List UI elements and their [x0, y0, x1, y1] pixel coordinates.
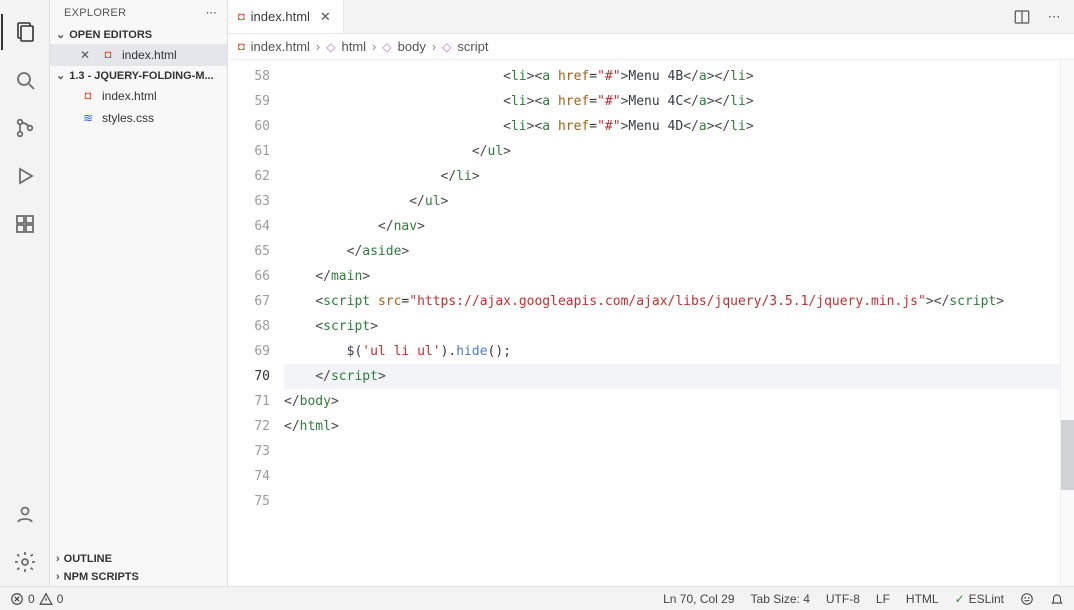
chevron-down-icon: ⌄: [56, 69, 65, 82]
breadcrumb-item[interactable]: ◇ body: [382, 39, 425, 54]
chevron-right-icon: ›: [56, 571, 60, 583]
settings-gear-icon[interactable]: [1, 538, 49, 586]
chevron-down-icon: ⌄: [56, 28, 65, 41]
editor-more-icon[interactable]: ⋯: [1044, 7, 1064, 27]
html-file-icon: ◘: [100, 47, 116, 63]
breadcrumb-label: script: [457, 39, 488, 54]
breadcrumb-item[interactable]: ◘ index.html: [238, 39, 310, 54]
check-icon: ✓: [955, 592, 965, 606]
html-file-icon: ◘: [238, 11, 245, 23]
outline-label: OUTLINE: [64, 553, 112, 565]
status-feedback-icon[interactable]: [1020, 592, 1034, 606]
project-file-item[interactable]: ◘ index.html: [50, 85, 227, 107]
tab-bar: ◘ index.html ✕ ⋯: [228, 0, 1074, 34]
code-line[interactable]: </main>: [284, 264, 1074, 289]
editor-group: ◘ index.html ✕ ⋯ ◘ index.html › ◇ html ›: [228, 0, 1074, 586]
split-editor-icon[interactable]: [1012, 7, 1032, 27]
code-line[interactable]: </ul>: [284, 189, 1074, 214]
code-line[interactable]: </li>: [284, 164, 1074, 189]
file-name: styles.css: [102, 111, 154, 125]
code-line[interactable]: </body>: [284, 389, 1074, 414]
open-editor-item[interactable]: ✕ ◘ index.html: [50, 44, 227, 66]
accounts-icon[interactable]: [1, 490, 49, 538]
breadcrumb-label: html: [341, 39, 366, 54]
code-line[interactable]: </nav>: [284, 214, 1074, 239]
status-notifications-icon[interactable]: [1050, 592, 1064, 606]
open-editors-label: OPEN EDITORS: [69, 29, 152, 41]
npm-scripts-header[interactable]: › NPM SCRIPTS: [50, 568, 227, 586]
line-number-gutter[interactable]: 585960616263646566676869707172737475: [228, 60, 284, 586]
explorer-icon[interactable]: [1, 8, 49, 56]
tab-label: index.html: [251, 9, 310, 24]
status-eol[interactable]: LF: [876, 592, 890, 606]
npm-label: NPM SCRIPTS: [64, 571, 139, 583]
run-debug-icon[interactable]: [1, 152, 49, 200]
close-icon[interactable]: ✕: [320, 9, 331, 25]
html-file-icon: ◘: [80, 88, 96, 104]
eslint-label: ESLint: [969, 592, 1004, 606]
code-line[interactable]: </aside>: [284, 239, 1074, 264]
code-line[interactable]: <script src="https://ajax.googleapis.com…: [284, 289, 1074, 314]
code-line[interactable]: <li><a href="#">Menu 4B</a></li>: [284, 64, 1074, 89]
status-tabsize[interactable]: Tab Size: 4: [751, 592, 810, 606]
error-count: 0: [28, 592, 35, 606]
code-line[interactable]: </ul>: [284, 139, 1074, 164]
status-language[interactable]: HTML: [906, 592, 939, 606]
breadcrumb-item[interactable]: ◇ html: [326, 39, 366, 54]
breadcrumb-item[interactable]: ◇ script: [442, 39, 488, 54]
chevron-right-icon: ›: [316, 39, 320, 54]
breadcrumb-label: index.html: [251, 39, 310, 54]
chevron-right-icon: ›: [372, 39, 376, 54]
css-file-icon: ≋: [80, 110, 96, 126]
status-cursor[interactable]: Ln 70, Col 29: [663, 592, 734, 606]
code-editor[interactable]: 585960616263646566676869707172737475 <li…: [228, 60, 1074, 586]
html-file-icon: ◘: [238, 41, 245, 53]
chevron-right-icon: ›: [56, 553, 60, 565]
project-label: 1.3 - JQUERY-FOLDING-M...: [69, 70, 213, 82]
file-name: index.html: [122, 48, 177, 62]
element-icon: ◇: [442, 40, 451, 54]
code-line[interactable]: <script>: [284, 314, 1074, 339]
status-encoding[interactable]: UTF-8: [826, 592, 860, 606]
breadcrumbs[interactable]: ◘ index.html › ◇ html › ◇ body › ◇ scrip…: [228, 34, 1074, 60]
code-content[interactable]: <li><a href="#">Menu 4B</a></li> <li><a …: [284, 60, 1074, 586]
extensions-icon[interactable]: [1, 200, 49, 248]
warning-count: 0: [57, 592, 64, 606]
outline-header[interactable]: › OUTLINE: [50, 550, 227, 568]
status-bar: 0 0 Ln 70, Col 29 Tab Size: 4 UTF-8 LF H…: [0, 586, 1074, 610]
code-line[interactable]: </html>: [284, 414, 1074, 439]
element-icon: ◇: [326, 40, 335, 54]
editor-tab[interactable]: ◘ index.html ✕: [228, 0, 344, 33]
code-line[interactable]: <li><a href="#">Menu 4D</a></li>: [284, 114, 1074, 139]
code-line[interactable]: <li><a href="#">Menu 4C</a></li>: [284, 89, 1074, 114]
chevron-right-icon: ›: [432, 39, 436, 54]
scrollbar-thumb[interactable]: [1061, 420, 1074, 490]
explorer-sidebar: EXPLORER ⋯ ⌄ OPEN EDITORS ✕ ◘ index.html…: [50, 0, 228, 586]
breadcrumb-label: body: [398, 39, 426, 54]
status-eslint[interactable]: ✓ ESLint: [955, 592, 1004, 606]
code-line[interactable]: $('ul li ul').hide();: [284, 339, 1074, 364]
explorer-more-icon[interactable]: ⋯: [206, 6, 217, 19]
source-control-icon[interactable]: [1, 104, 49, 152]
search-icon[interactable]: [1, 56, 49, 104]
close-icon[interactable]: ✕: [80, 48, 94, 62]
file-name: index.html: [102, 89, 157, 103]
element-icon: ◇: [382, 40, 391, 54]
project-file-item[interactable]: ≋ styles.css: [50, 107, 227, 129]
explorer-title: EXPLORER: [64, 7, 126, 19]
open-editors-header[interactable]: ⌄ OPEN EDITORS: [50, 25, 227, 44]
code-line[interactable]: </script>: [284, 364, 1074, 389]
status-problems[interactable]: 0 0: [10, 592, 63, 606]
minimap-scrollbar[interactable]: [1060, 60, 1074, 586]
project-header[interactable]: ⌄ 1.3 - JQUERY-FOLDING-M...: [50, 66, 227, 85]
activity-bar: [0, 0, 50, 586]
